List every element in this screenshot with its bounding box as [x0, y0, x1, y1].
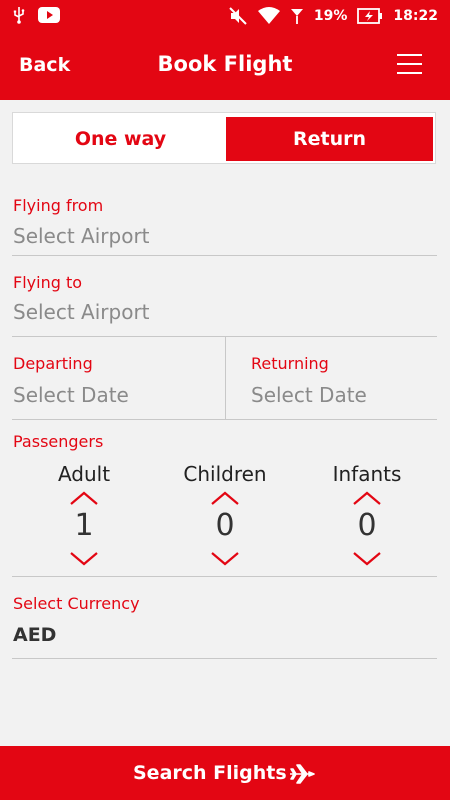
date-column-divider	[225, 337, 226, 419]
flying-to-label: Flying to	[13, 273, 83, 292]
flying-to-field[interactable]: Select Airport	[13, 300, 150, 324]
infants-count: 0	[357, 508, 377, 543]
children-label: Children	[183, 462, 267, 486]
children-count: 0	[215, 508, 235, 543]
divider	[12, 576, 437, 577]
clock: 18:22	[393, 8, 438, 24]
youtube-icon	[38, 7, 60, 23]
passengers-label: Passengers	[13, 432, 104, 451]
children-increase-chevron-up-icon[interactable]	[210, 490, 240, 506]
returning-label: Returning	[251, 354, 329, 373]
battery-percent: 19%	[313, 8, 348, 24]
flying-from-field[interactable]: Select Airport	[13, 224, 150, 248]
departing-date-field[interactable]: Select Date	[13, 383, 129, 407]
divider	[12, 419, 437, 420]
currency-label: Select Currency	[13, 594, 140, 613]
adult-label: Adult	[57, 462, 111, 486]
mute-icon	[229, 7, 247, 25]
infants-increase-chevron-up-icon[interactable]	[352, 490, 382, 506]
status-bar: 19% 18:22	[0, 0, 450, 32]
search-flights-label: Search Flights	[133, 762, 287, 784]
trip-type-toggle: One way Return	[12, 112, 436, 164]
airplane-icon	[290, 764, 315, 784]
one-way-button[interactable]: One way	[17, 117, 224, 161]
hamburger-menu-icon[interactable]	[397, 54, 422, 75]
infants-label: Infants	[332, 462, 402, 486]
signal-icon	[290, 9, 303, 24]
flying-from-label: Flying from	[13, 196, 104, 215]
divider	[12, 658, 437, 659]
divider	[12, 255, 437, 256]
adult-increase-chevron-up-icon[interactable]	[69, 490, 99, 506]
currency-selector[interactable]: AED	[13, 624, 56, 646]
departing-label: Departing	[13, 354, 93, 373]
usb-icon	[13, 7, 25, 24]
children-decrease-chevron-down-icon[interactable]	[210, 551, 240, 567]
wifi-icon	[257, 7, 280, 24]
battery-charging-icon	[357, 8, 383, 24]
back-button[interactable]: Back	[19, 54, 70, 76]
app-bar: Back Book Flight	[0, 32, 450, 100]
infants-decrease-chevron-down-icon[interactable]	[352, 551, 382, 567]
returning-date-field[interactable]: Select Date	[251, 383, 367, 407]
search-flights-button[interactable]: Search Flights	[0, 746, 450, 800]
adult-count: 1	[74, 508, 94, 543]
return-button[interactable]: Return	[226, 117, 433, 161]
adult-decrease-chevron-down-icon[interactable]	[69, 551, 99, 567]
